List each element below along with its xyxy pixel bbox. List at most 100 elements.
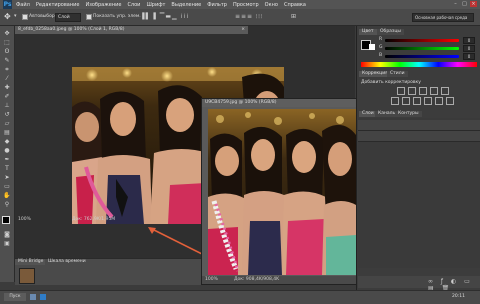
- doc1-zoom[interactable]: 100%: [18, 216, 31, 224]
- brightness-adjust-icon[interactable]: [397, 87, 405, 95]
- healing-tool-icon[interactable]: ✚: [3, 84, 11, 91]
- color-lookup-adjust-icon[interactable]: [446, 97, 454, 105]
- autoselect-label: Автовыбор:: [29, 14, 57, 19]
- tab-color[interactable]: Цвет: [359, 29, 377, 35]
- color-balance-adjust-icon[interactable]: [402, 97, 410, 105]
- start-button[interactable]: Пуск: [4, 293, 26, 301]
- close-icon[interactable]: ×: [470, 1, 477, 7]
- exposure-adjust-icon[interactable]: [430, 87, 438, 95]
- doc2-zoom[interactable]: 100%: [205, 276, 218, 284]
- tab-swatches[interactable]: Образцы: [377, 29, 404, 35]
- color-spectrum-bar[interactable]: [361, 62, 477, 67]
- document-2-canvas[interactable]: [208, 109, 356, 275]
- clone-stamp-tool-icon[interactable]: ⊥: [3, 102, 11, 109]
- minimize-icon[interactable]: –: [452, 1, 459, 7]
- transform-label: Показать упр. элем.: [93, 14, 141, 19]
- document-window-2-title[interactable]: U9CB4759.jpg @ 100% (RGB/8): [202, 99, 359, 107]
- history-brush-tool-icon[interactable]: ↺: [3, 111, 11, 118]
- options-bar: ✥ ▾ Автовыбор: Слой Показать упр. элем. …: [0, 9, 480, 26]
- red-value[interactable]: 0: [463, 37, 475, 44]
- move-tool-icon[interactable]: ✥: [4, 12, 11, 21]
- photo-filter-adjust-icon[interactable]: [424, 97, 432, 105]
- distribute-icons[interactable]: ≡≡≡ ⦙⦙⦙: [235, 13, 263, 21]
- menu-image[interactable]: Изображение: [85, 2, 121, 8]
- document-window-2[interactable]: U9CB4759.jpg @ 100% (RGB/8) 100% Док: 90…: [201, 98, 359, 285]
- path-select-tool-icon[interactable]: ➤: [3, 174, 11, 181]
- drag-arrow-annotation: [148, 227, 207, 257]
- g-label: G: [379, 45, 383, 50]
- menu-help[interactable]: Справка: [284, 2, 306, 8]
- blur-tool-icon[interactable]: ◆: [3, 138, 11, 145]
- bridge-thumbnail[interactable]: [19, 268, 35, 284]
- maximize-icon[interactable]: □: [461, 1, 468, 7]
- menu-layers[interactable]: Слои: [127, 2, 140, 8]
- menu-type[interactable]: Шрифт: [146, 2, 165, 8]
- blue-slider[interactable]: [385, 55, 459, 58]
- gradient-tool-icon[interactable]: ▤: [3, 129, 11, 136]
- menu-edit[interactable]: Редактирование: [36, 2, 80, 8]
- marquee-tool-icon[interactable]: ⬚: [3, 39, 11, 46]
- layer-row[interactable]: [358, 131, 480, 142]
- menu-window[interactable]: Окно: [265, 2, 278, 8]
- photoshop-logo: Ps: [3, 0, 12, 9]
- taskbar-app-icon[interactable]: [30, 294, 36, 300]
- menu-filter[interactable]: Фильтр: [207, 2, 227, 8]
- quick-select-tool-icon[interactable]: ✎: [3, 57, 11, 64]
- hue-adjust-icon[interactable]: [391, 97, 399, 105]
- pen-tool-icon[interactable]: ✒: [3, 156, 11, 163]
- lasso-tool-icon[interactable]: ʘ: [3, 48, 11, 55]
- eyedropper-tool-icon[interactable]: ⁄: [3, 75, 11, 82]
- close-tab-icon[interactable]: ×: [241, 26, 245, 34]
- align-icons[interactable]: ▐▌▐ ▔▬▁ ⁞⁞⁞: [140, 13, 189, 20]
- green-slider[interactable]: [385, 47, 459, 50]
- vibrance-adjust-icon[interactable]: [441, 87, 449, 95]
- menu-file[interactable]: Файл: [16, 2, 30, 8]
- r-label: R: [379, 37, 383, 42]
- hand-tool-icon[interactable]: ✋: [3, 192, 11, 199]
- right-panels: Цвет Образцы R G B 0 0 0 Коррекция Стили…: [356, 26, 480, 292]
- brush-tool-icon[interactable]: ✐: [3, 93, 11, 100]
- tools-panel: ✥ ⬚ ʘ ✎ ⌗ ⁄ ✚ ✐ ⊥ ↺ ▱ ▤ ◆ ● ✒ T ➤ ▭ ✋ ⚲ …: [0, 26, 15, 282]
- autoselect-checkbox[interactable]: [22, 14, 28, 20]
- document-2-status-bar: 100% Док: 908,4K/908,4K: [202, 276, 356, 284]
- document-tab-1-title: 8_efdb_0258aa0.jpeg @ 100% (Слой 1, RGB/…: [18, 27, 125, 32]
- move-tool-icon[interactable]: ✥: [3, 30, 11, 37]
- photoshop-taskbar-icon[interactable]: [40, 294, 46, 300]
- workspace-select[interactable]: Основная рабочая среда: [412, 13, 474, 22]
- tab-timeline[interactable]: Шкала времени: [45, 259, 89, 265]
- shape-tool-icon[interactable]: ▭: [3, 183, 11, 190]
- taskbar: Пуск 20:11: [0, 290, 480, 304]
- dodge-tool-icon[interactable]: ●: [3, 147, 11, 154]
- eraser-tool-icon[interactable]: ▱: [3, 120, 11, 127]
- quick-mask-icon[interactable]: ◙: [3, 231, 11, 238]
- color-background-swatch[interactable]: [369, 44, 375, 50]
- doc2-size: Док: 908,4K/908,4K: [234, 277, 280, 282]
- type-tool-icon[interactable]: T: [3, 165, 11, 172]
- document-tab-1[interactable]: 8_efdb_0258aa0.jpeg @ 100% (Слой 1, RGB/…: [15, 26, 248, 34]
- blue-value[interactable]: 0: [463, 53, 475, 60]
- levels-adjust-icon[interactable]: [408, 87, 416, 95]
- adjustments-title: Добавить корректировку: [361, 80, 421, 85]
- group-photo-2: [208, 109, 356, 275]
- doc1-size: Док: 762,9K/1,95M: [72, 217, 116, 222]
- layer-row[interactable]: [358, 120, 480, 131]
- menu-view[interactable]: Просмотр: [233, 2, 259, 8]
- menu-select[interactable]: Выделение: [171, 2, 201, 8]
- screen-mode-icon[interactable]: ▣: [3, 240, 11, 247]
- green-value[interactable]: 0: [463, 45, 475, 52]
- crop-tool-icon[interactable]: ⌗: [3, 66, 11, 73]
- tab-styles[interactable]: Стили: [387, 71, 408, 77]
- auto-align-icon[interactable]: ⊞: [291, 13, 296, 20]
- autoselect-select[interactable]: Слой: [55, 13, 81, 22]
- zoom-tool-icon[interactable]: ⚲: [3, 201, 11, 208]
- bw-adjust-icon[interactable]: [413, 97, 421, 105]
- layers-footer: ∞ ƒ ◐ ▭ ▤ 🗑: [358, 276, 480, 292]
- curves-adjust-icon[interactable]: [419, 87, 427, 95]
- channel-mixer-adjust-icon[interactable]: [435, 97, 443, 105]
- red-slider[interactable]: [385, 39, 459, 42]
- transform-checkbox[interactable]: [86, 14, 92, 20]
- tool-preset-chevron-icon[interactable]: ▾: [14, 13, 17, 19]
- foreground-color-swatch[interactable]: [2, 216, 10, 224]
- tab-mini-bridge[interactable]: Mini Bridge: [15, 259, 47, 265]
- tab-paths[interactable]: Контуры: [395, 111, 422, 117]
